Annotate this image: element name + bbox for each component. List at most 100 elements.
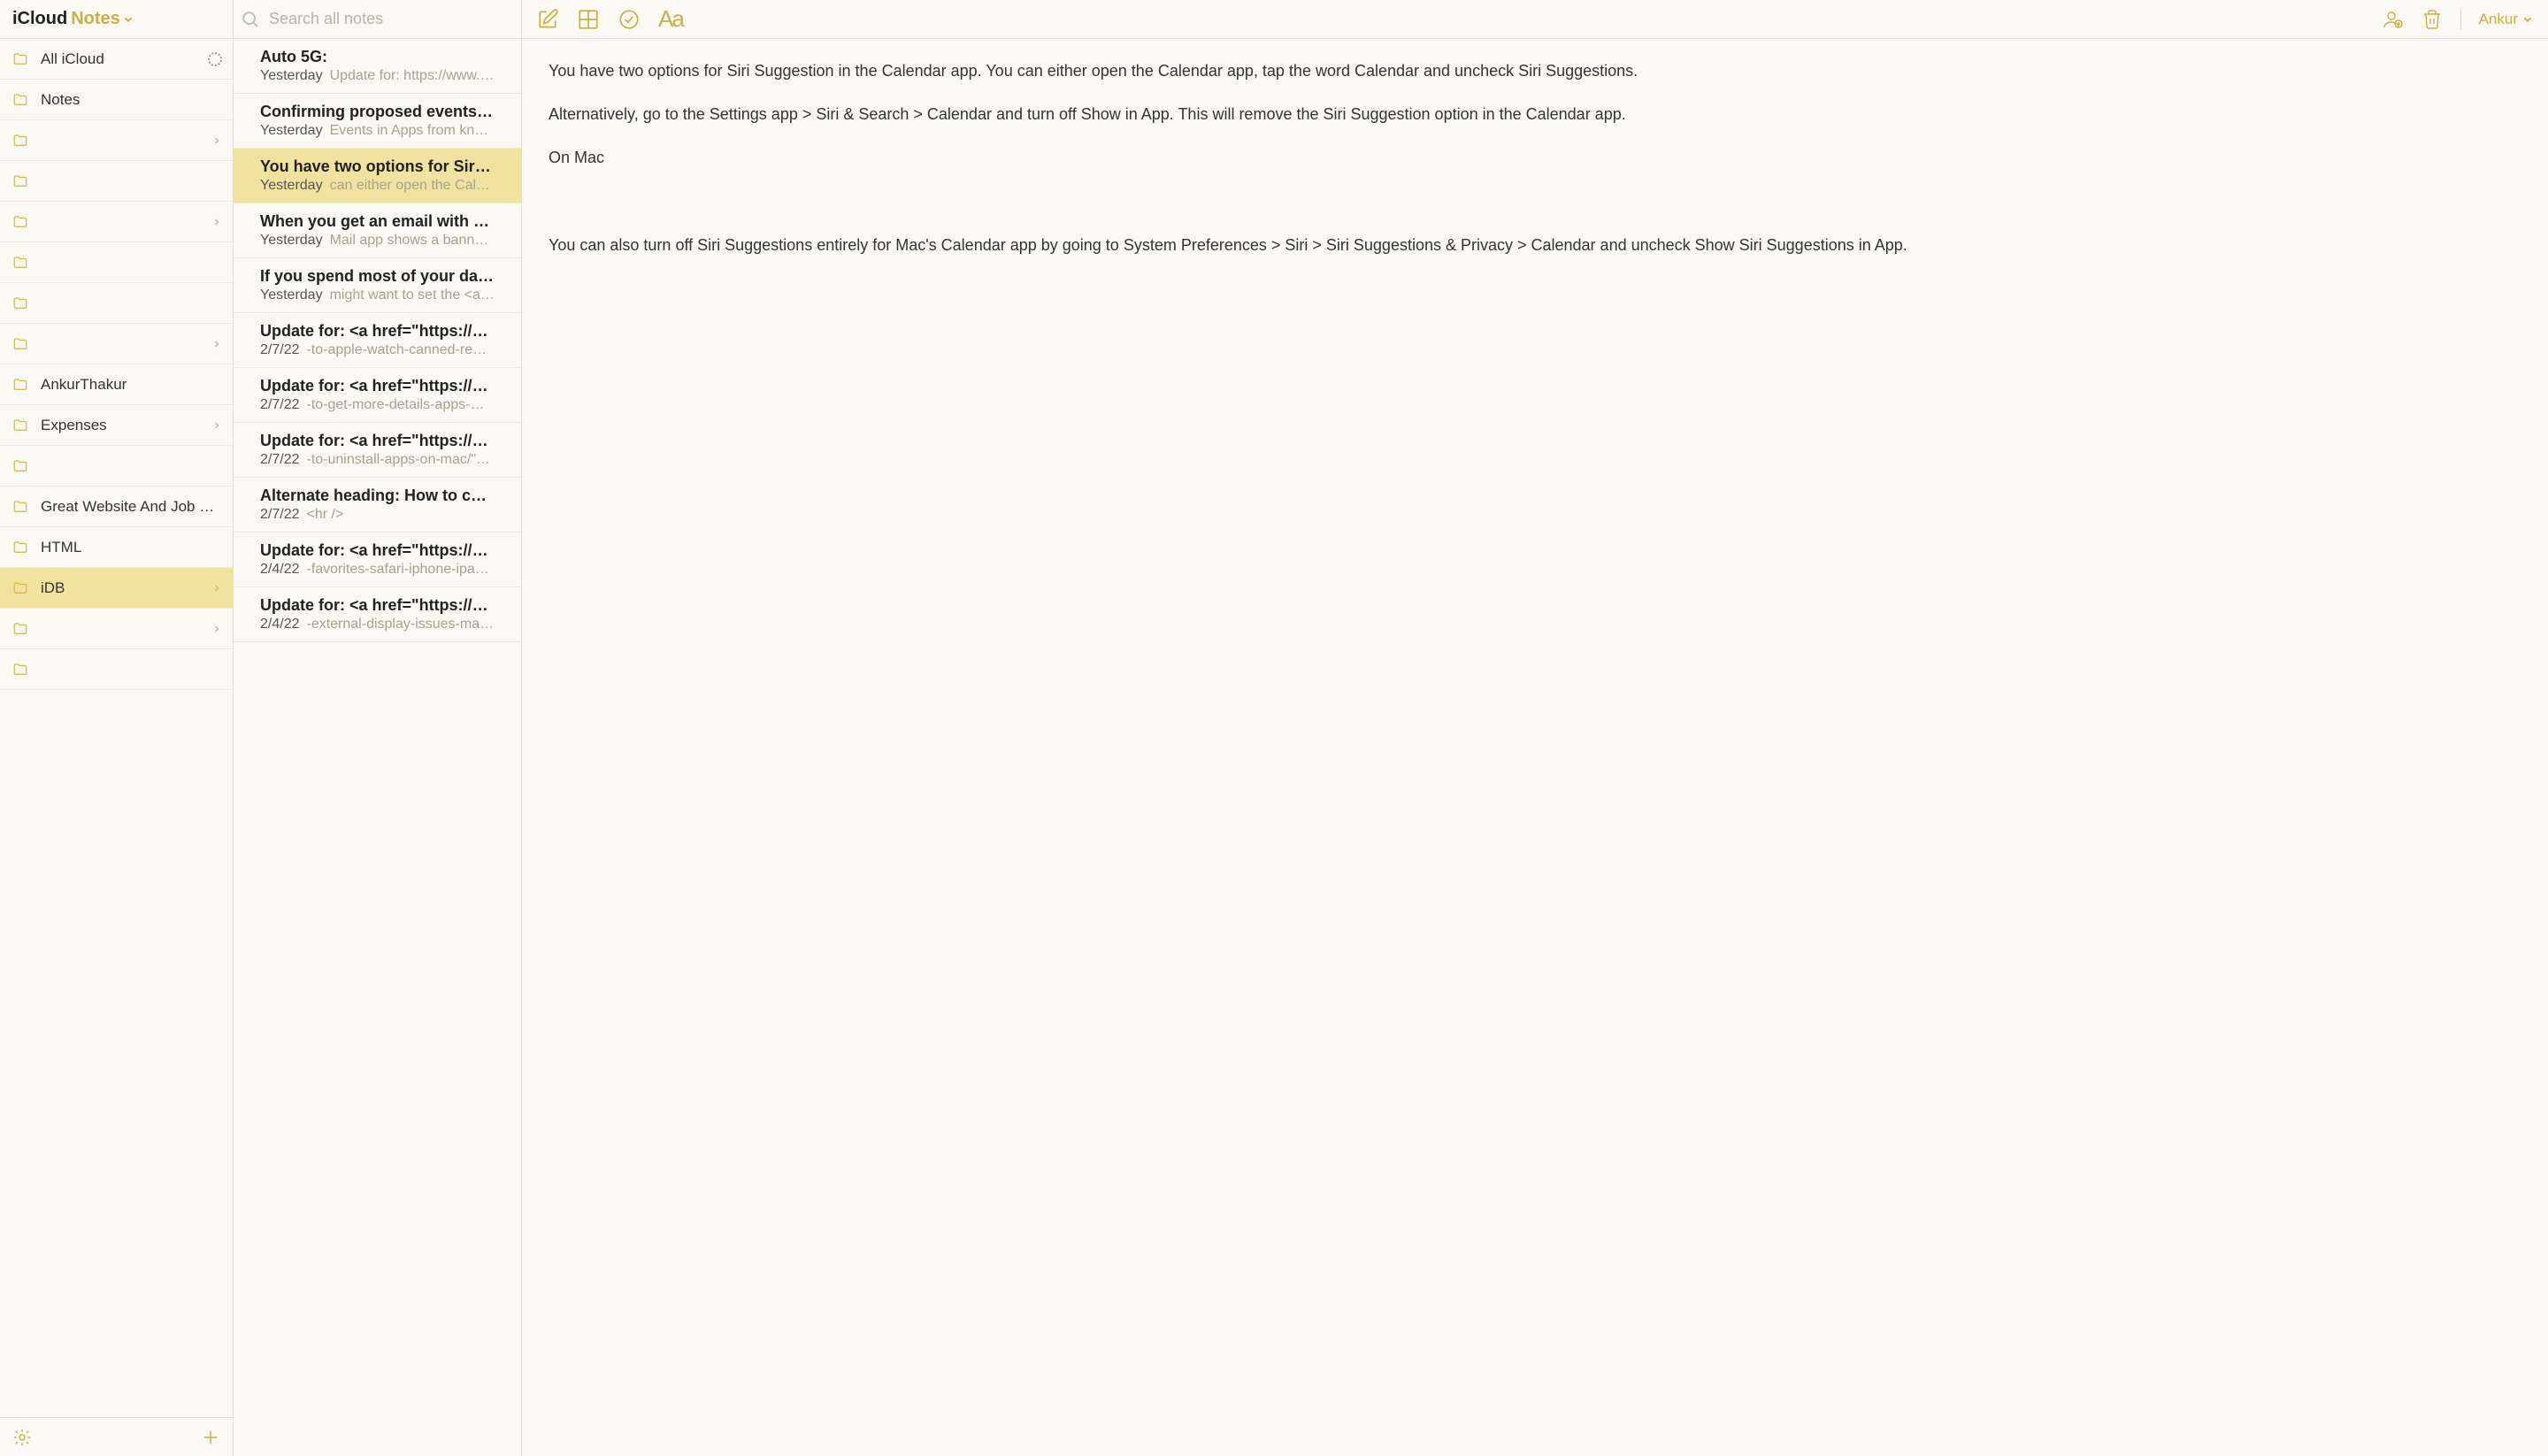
sidebar-header[interactable]: iCloud Notes <box>0 0 233 39</box>
editor-toolbar: Aa Ankur <box>522 0 2548 39</box>
checklist-icon[interactable] <box>618 8 641 31</box>
sidebar-item[interactable]: All iCloud <box>0 39 233 80</box>
sidebar-item[interactable] <box>0 161 233 202</box>
folder-icon <box>11 336 30 352</box>
note-list-column: Auto 5G:YesterdayUpdate for: https://www… <box>234 0 522 1456</box>
search-bar <box>234 0 521 39</box>
chevron-down-icon <box>122 13 134 26</box>
sidebar-item[interactable] <box>0 202 233 242</box>
note-title: Update for: <a href="https://w… <box>260 541 495 560</box>
sidebar-item[interactable] <box>0 649 233 690</box>
trash-icon[interactable] <box>2421 9 2443 30</box>
sidebar-item[interactable]: AnkurThakur <box>0 364 233 405</box>
note-date: Yesterday <box>260 287 323 303</box>
note-row[interactable]: Auto 5G:YesterdayUpdate for: https://www… <box>234 39 521 94</box>
note-body[interactable]: You have two options for Siri Suggestion… <box>522 39 2548 1456</box>
note-subline: 2/4/22 -external-display-issues-ma… <box>260 617 495 632</box>
editor-column: Aa Ankur You have two options for Siri S… <box>522 0 2548 1456</box>
add-people-icon[interactable] <box>2383 9 2404 30</box>
sidebar-item[interactable] <box>0 324 233 364</box>
app-root: iCloud Notes All iCloud Notes AnkurThakur E… <box>0 0 2548 1456</box>
sidebar-item[interactable]: iDB <box>0 568 233 609</box>
note-preview: Events in Apps from kno… <box>330 123 495 139</box>
compose-icon[interactable] <box>536 8 559 31</box>
note-title: Confirming proposed events fr… <box>260 103 495 121</box>
note-title: Update for: <a href="https://w… <box>260 596 495 615</box>
note-preview: -external-display-issues-ma… <box>306 617 494 632</box>
folder-icon <box>11 295 30 311</box>
plus-icon[interactable] <box>201 1428 220 1447</box>
note-paragraph: On Mac <box>549 147 2521 169</box>
note-preview: -favorites-safari-iphone-ipa… <box>306 562 488 578</box>
note-date: 2/7/22 <box>260 507 299 523</box>
note-date: 2/4/22 <box>260 617 299 632</box>
folder-icon <box>11 133 30 149</box>
sidebar-item[interactable] <box>0 446 233 487</box>
note-date: 2/4/22 <box>260 562 299 578</box>
note-date: Yesterday <box>260 178 323 194</box>
account-menu-label: Ankur <box>2479 11 2518 28</box>
note-preview: Update for: https://www.i… <box>330 68 495 84</box>
folder-label: Expenses <box>41 417 201 434</box>
note-subline: 2/7/22<hr /> <box>260 507 495 523</box>
note-preview: -to-get-more-details-apps-… <box>306 397 484 413</box>
sidebar-footer <box>0 1417 233 1456</box>
chevron-right-icon <box>211 339 222 349</box>
sidebar-item[interactable] <box>0 283 233 324</box>
note-row[interactable]: When you get an email with a d…Yesterday… <box>234 203 521 258</box>
note-subline: Yesterday Events in Apps from kno… <box>260 123 495 139</box>
note-subline: Yesterday Mail app shows a banner… <box>260 233 495 249</box>
note-row[interactable]: Update for: <a href="https://w… 2/4/22 -fa… <box>234 533 521 587</box>
note-row[interactable]: You have two options for Siri S…Yesterda… <box>234 149 521 203</box>
note-subline: 2/7/22 -to-get-more-details-apps-… <box>260 397 495 413</box>
grid-icon[interactable] <box>577 8 600 31</box>
note-date: Yesterday <box>260 233 323 249</box>
note-row[interactable]: If you spend most of your day i…Yesterda… <box>234 258 521 313</box>
sidebar-item[interactable]: Great Website And Job o… <box>0 487 233 527</box>
account-menu-button[interactable]: Ankur <box>2479 11 2534 28</box>
note-title: Update for: <a href="https://w… <box>260 377 495 395</box>
folder-icon <box>11 418 30 433</box>
note-preview: Mail app shows a banner… <box>330 233 495 249</box>
note-date: Yesterday <box>260 123 323 139</box>
sidebar-item[interactable]: Expenses <box>0 405 233 446</box>
note-row[interactable]: Update for: <a href="https://w…2/7/22-to… <box>234 313 521 368</box>
folder-icon <box>11 662 30 678</box>
note-row[interactable]: Update for: <a href="https://w… 2/4/22 -ex… <box>234 587 521 642</box>
sidebar-item[interactable]: Notes <box>0 80 233 120</box>
note-row[interactable]: Confirming proposed events fr… Yesterday E… <box>234 94 521 149</box>
folder-icon <box>11 255 30 271</box>
app-title: Notes <box>71 9 134 29</box>
search-input[interactable] <box>269 10 514 28</box>
text-style-icon[interactable]: Aa <box>658 5 683 33</box>
note-preview: can either open the Cale… <box>330 178 495 194</box>
note-paragraph <box>549 191 2521 213</box>
gear-icon[interactable] <box>12 1428 32 1447</box>
chevron-down-icon <box>2521 13 2534 26</box>
chevron-right-icon <box>211 135 222 146</box>
note-subline: Yesterday might want to set the <a … <box>260 287 495 303</box>
sidebar-item[interactable] <box>0 609 233 649</box>
note-paragraph: You have two options for Siri Suggestion… <box>549 60 2521 82</box>
note-date: 2/7/22 <box>260 397 299 413</box>
sidebar-item[interactable] <box>0 120 233 161</box>
note-subline: 2/4/22 -favorites-safari-iphone-ipa… <box>260 562 495 578</box>
sidebar-item[interactable] <box>0 242 233 283</box>
spinner-icon <box>208 52 222 66</box>
folder-label: All iCloud <box>41 50 197 68</box>
note-title: Update for: <a href="https://w… <box>260 432 495 450</box>
note-date: 2/7/22 <box>260 342 299 358</box>
sidebar-item[interactable]: HTML <box>0 527 233 568</box>
folder-icon <box>11 621 30 637</box>
note-paragraph: You can also turn off Siri Suggestions e… <box>549 234 2521 257</box>
note-preview: might want to set the <a … <box>330 287 495 303</box>
folder-label: iDB <box>41 579 201 597</box>
note-row[interactable]: Alternate heading: How to cha…2/7/22<hr … <box>234 478 521 533</box>
note-row[interactable]: Update for: <a href="https://w… 2/7/22 -to… <box>234 368 521 423</box>
note-preview: -to-uninstall-apps-on-mac/"… <box>306 452 490 468</box>
note-preview: -to-apple-watch-canned-re… <box>306 342 487 358</box>
folder-label: Great Website And Job o… <box>41 498 222 516</box>
note-list: Auto 5G:YesterdayUpdate for: https://www… <box>234 39 521 1456</box>
folder-icon <box>11 540 30 556</box>
note-row[interactable]: Update for: <a href="https://w…2/7/22-to… <box>234 423 521 478</box>
